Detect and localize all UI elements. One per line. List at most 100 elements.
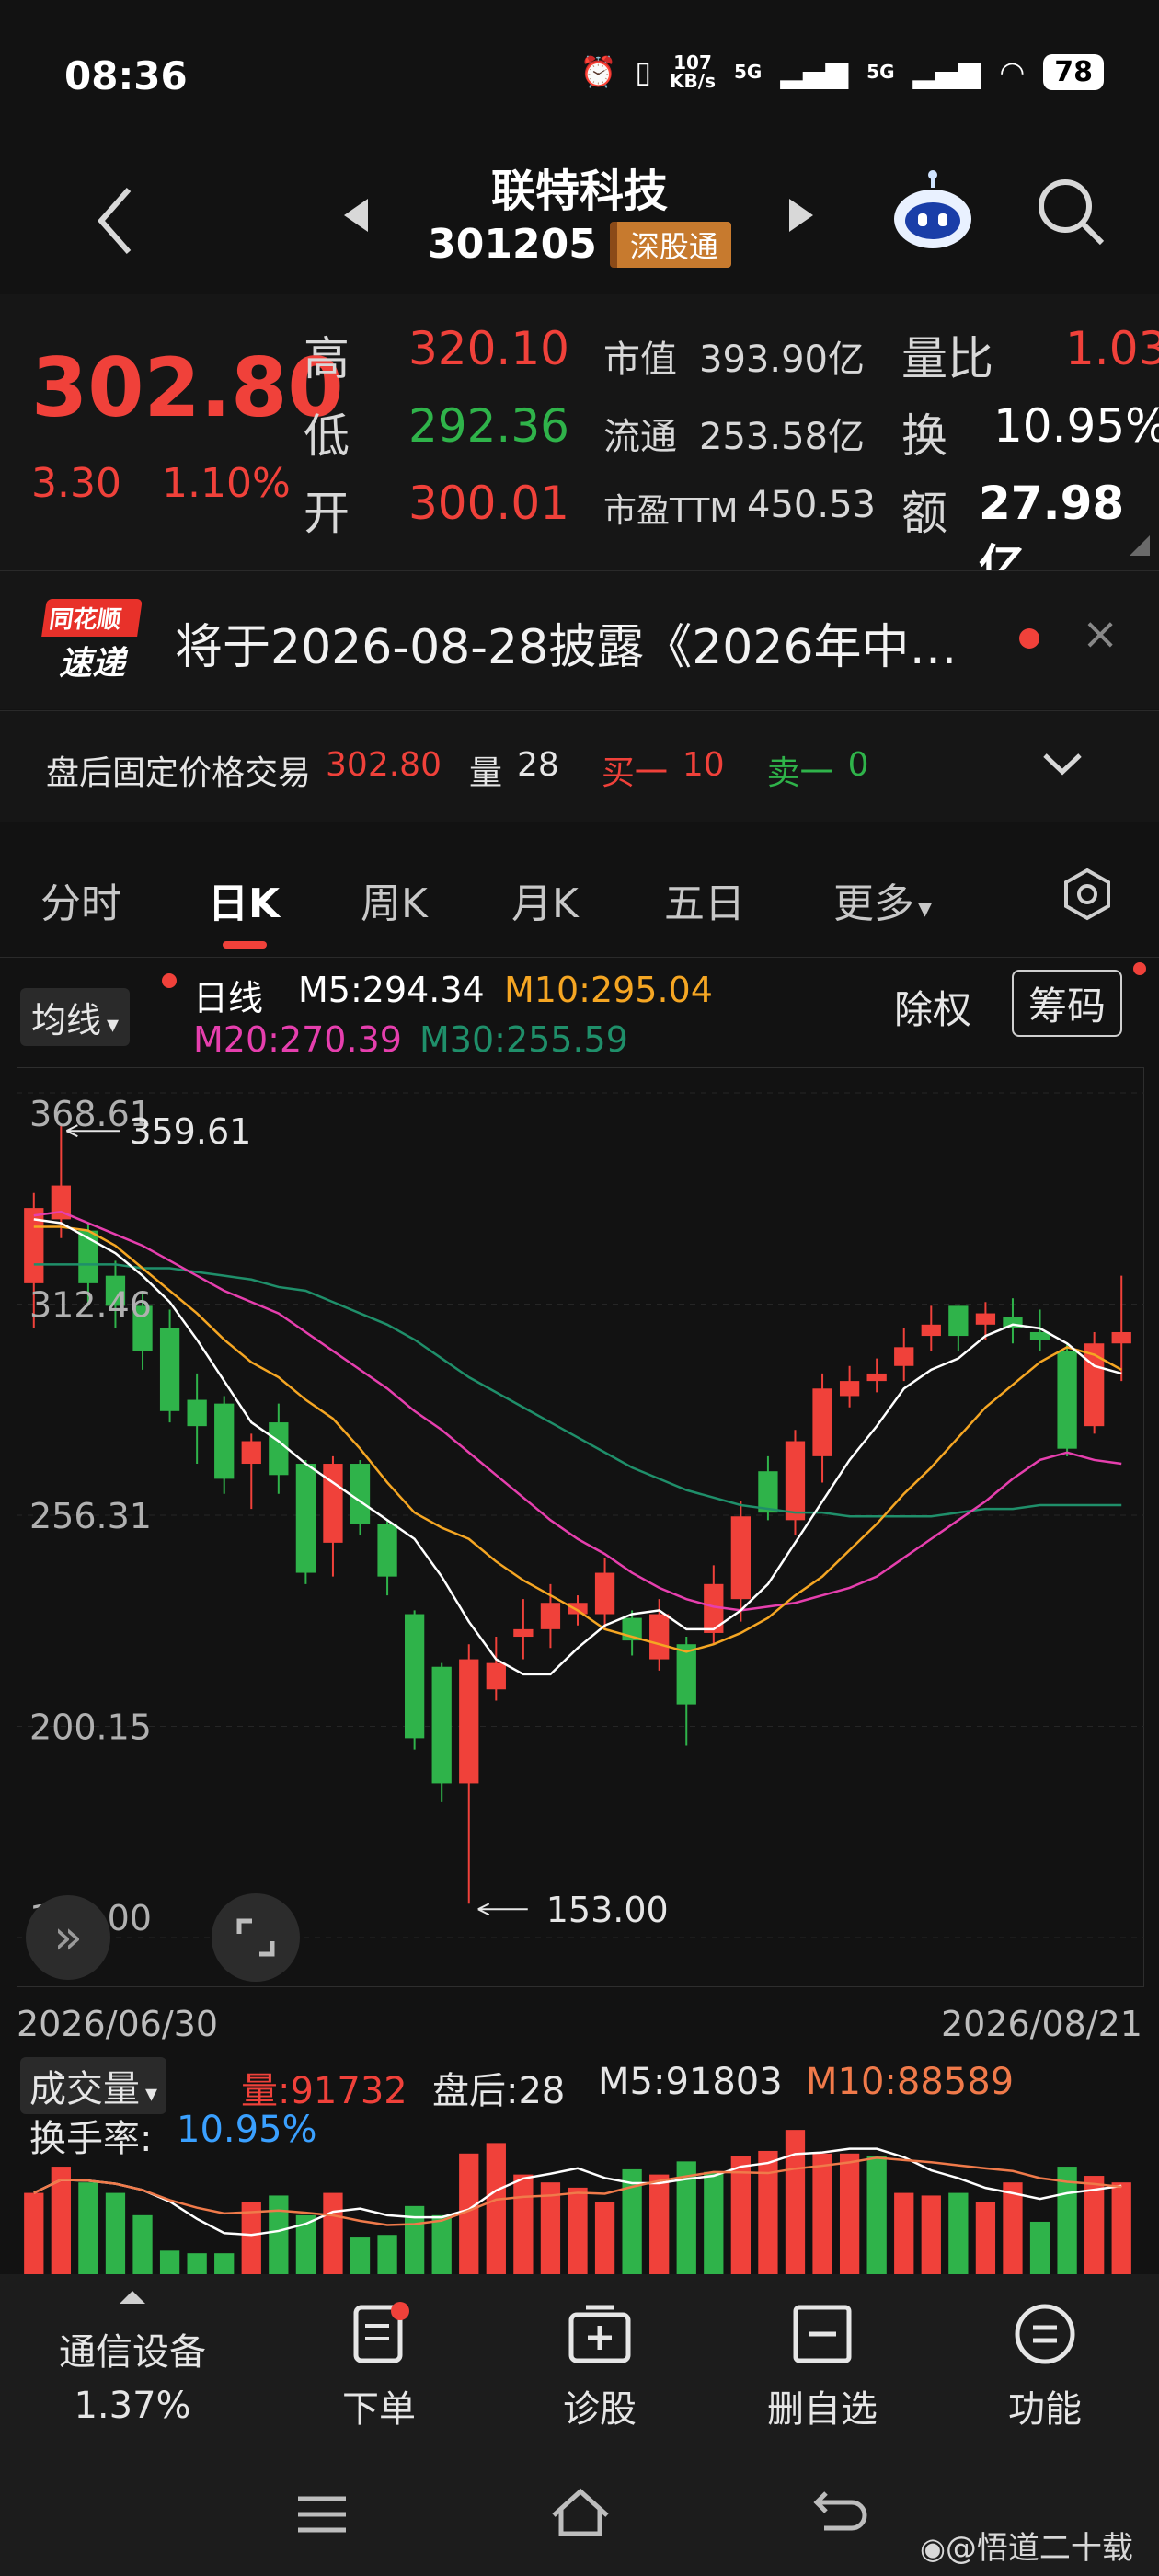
expand-corner-icon[interactable] (1130, 535, 1150, 556)
chip-button[interactable]: 筹码 (1012, 970, 1123, 1037)
volume-m5: M5:91803 (598, 2061, 783, 2103)
low-value: 292.36 (408, 399, 569, 453)
remove-watchlist-button[interactable]: 删自选 (730, 2302, 914, 2432)
ma-selector[interactable]: 均线 ▾ (20, 988, 131, 1046)
status-bar: 08:36 ⏰ ▯ 107 KB/s 5G ▂▄▆ 5G ▂▄▆ ◠ 78 (0, 0, 1159, 147)
chart-tabs: 分时 日K 周K 月K 五日 更多 ▾ (0, 837, 1159, 958)
volume-bar (730, 2156, 752, 2274)
current-price: 302.80 (31, 340, 344, 435)
volume-bar (323, 2192, 343, 2274)
logo-top-text: 同花顺 (41, 599, 143, 637)
home-nav-icon[interactable] (548, 2484, 613, 2543)
candle-body (866, 1373, 887, 1382)
candle-body (187, 1399, 207, 1427)
volume-bar (105, 2192, 126, 2274)
volume-bar (24, 2192, 44, 2274)
volume-bar (1111, 2182, 1131, 2274)
mcap-label: 市值 (603, 339, 677, 381)
volume-bar (431, 2214, 452, 2274)
settings-hex-icon[interactable] (1060, 867, 1115, 926)
sector-name: 通信设备 (59, 2331, 206, 2374)
close-notice-icon[interactable]: × (1082, 608, 1119, 660)
search-icon[interactable] (1034, 175, 1107, 252)
candle-body (269, 1422, 289, 1476)
menu-nav-icon[interactable] (294, 2491, 350, 2541)
expand-chart-icon[interactable]: » (26, 1895, 110, 1980)
candle-body (568, 1603, 588, 1615)
diagnose-button[interactable]: 诊股 (508, 2302, 692, 2432)
tab-month-k[interactable]: 月K (511, 870, 579, 929)
caret-down-icon: ▾ (918, 892, 933, 925)
candle-body (1057, 1351, 1077, 1449)
sell1-value: 0 (847, 746, 869, 784)
back-nav-icon[interactable] (809, 2486, 868, 2545)
low-marker-label: 153.00 (546, 1890, 669, 1930)
volume-bar (704, 2171, 724, 2274)
volume-chart (24, 2130, 1131, 2274)
tab-more[interactable]: 更多 ▾ (833, 870, 932, 929)
candle-body (649, 1614, 670, 1660)
end-date: 2026/08/21 (940, 2004, 1142, 2044)
candle-body (486, 1662, 506, 1690)
candle-body (812, 1388, 832, 1456)
candle-body (594, 1572, 615, 1615)
tonghuashun-express-logo: 同花顺 速递 (41, 599, 143, 683)
volume-bar (1003, 2182, 1023, 2274)
float-value: 253.58亿 (699, 416, 865, 458)
fullscreen-icon[interactable] (212, 1893, 300, 1982)
signal-5g-1: 5G (733, 61, 763, 83)
order-label: 下单 (342, 2388, 416, 2431)
after-hours-trading[interactable]: 盘后固定价格交易 302.80 量 28 买一 10 卖一 0 (0, 710, 1159, 822)
volume-bar (785, 2130, 806, 2274)
remove-watchlist-icon (793, 2305, 852, 2363)
notice-banner[interactable]: 同花顺 速递 将于2026-08-28披露《2026年中… × (0, 570, 1159, 709)
change-percent: 1.10% (161, 460, 291, 507)
after-hours-vol-label: 量 (468, 754, 502, 792)
candle-body (214, 1403, 235, 1479)
volume-bar (214, 2253, 235, 2274)
chevron-down-icon[interactable] (1041, 750, 1084, 781)
buy1-value: 10 (682, 746, 725, 784)
signal-icon-1: ▂▄▆ (780, 54, 849, 89)
volume-selector-label: 成交量 (29, 2068, 140, 2110)
candle-body (513, 1628, 534, 1638)
order-icon (353, 2302, 409, 2363)
volume-bar (839, 2153, 860, 2274)
volume-bar (187, 2253, 207, 2274)
system-icons: ⏰ ▯ 107 KB/s 5G ▂▄▆ 5G ▂▄▆ ◠ 78 (580, 53, 1104, 90)
stock-header: 联特科技 301205 深股通 (0, 147, 1159, 294)
tab-five-day[interactable]: 五日 (664, 870, 745, 929)
high-label: 高 (304, 332, 350, 385)
function-menu-icon (1015, 2304, 1075, 2364)
y-axis-tick-label: 312.46 (29, 1284, 152, 1325)
tab-day-k[interactable]: 日K (208, 870, 280, 929)
watermark-text: @悟道二十载 (945, 2530, 1133, 2567)
chip-badge-dot-icon (1133, 962, 1146, 975)
pe-label: 市盈TTM (603, 492, 739, 530)
tab-week-k[interactable]: 周K (361, 870, 428, 929)
kline-chart[interactable]: 368.61312.46256.31200.15144.00 359.61153… (17, 1067, 1144, 1987)
amount-label: 额 (901, 487, 947, 540)
float-label: 流通 (603, 416, 677, 458)
volume-bar (159, 2250, 180, 2274)
ma-selector-caret-icon: ▾ (107, 1011, 120, 1039)
robot-assistant-icon[interactable] (889, 167, 977, 259)
tab-minute[interactable]: 分时 (40, 870, 121, 929)
high-marker-label: 359.61 (129, 1111, 251, 1152)
volume-bar (649, 2174, 670, 2274)
stock-code: 301205 (428, 221, 597, 268)
candle-body (159, 1328, 180, 1411)
order-button[interactable]: 下单 (287, 2302, 471, 2432)
buy1-label: 买一 (601, 754, 668, 792)
open-value: 300.01 (408, 477, 569, 530)
sector-button[interactable]: 通信设备 1.37% (40, 2282, 224, 2427)
weibo-logo-icon: ◉ (920, 2531, 946, 2566)
volume-bar (594, 2202, 615, 2274)
volume-bar (1029, 2221, 1050, 2274)
volume-selector[interactable]: 成交量 ▾ (20, 2057, 167, 2114)
function-button[interactable]: 功能 (953, 2302, 1137, 2432)
next-stock-icon[interactable] (787, 197, 815, 237)
volume-bar (132, 2214, 153, 2274)
live-dot-icon (162, 973, 177, 988)
exright-button[interactable]: 除权 (894, 979, 971, 1035)
